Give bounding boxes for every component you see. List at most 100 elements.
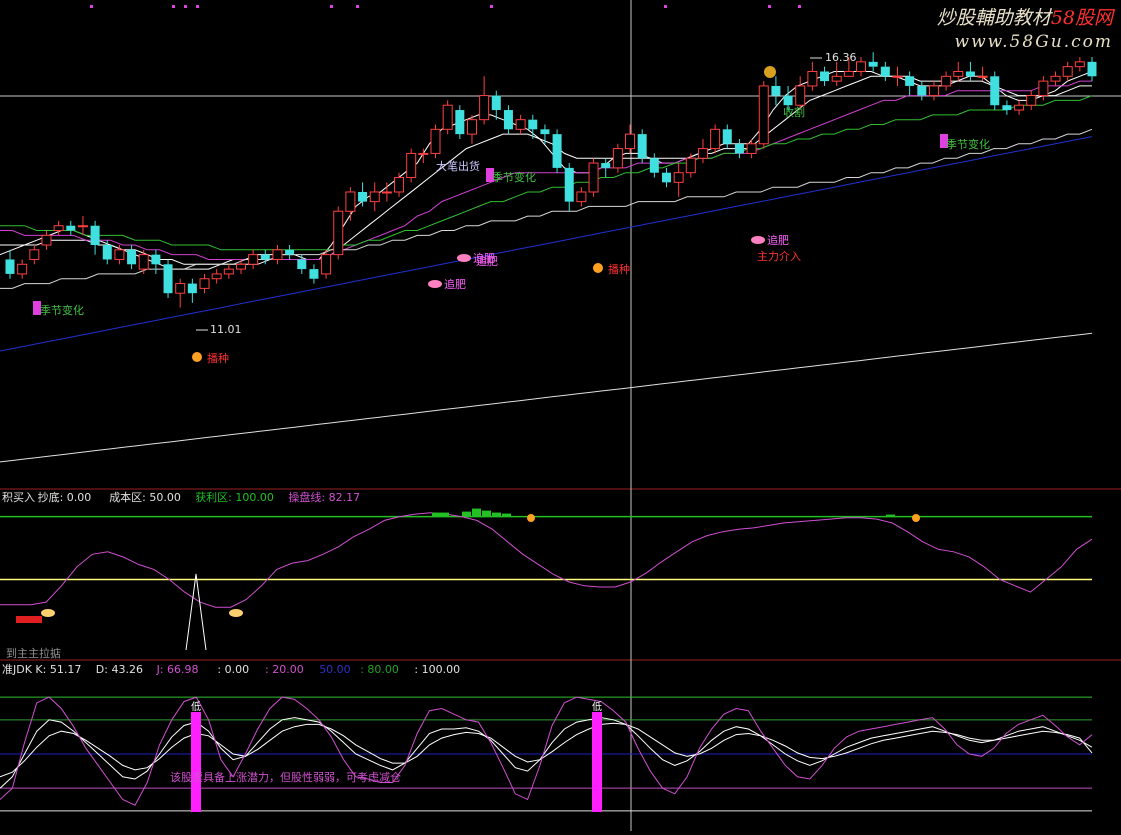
candle-body: [515, 119, 526, 130]
candle: [758, 81, 769, 149]
top-marker: [664, 5, 667, 8]
ma-line: [0, 332, 1093, 463]
candle-body: [321, 254, 332, 275]
profit-bar: [886, 514, 895, 517]
candle-body: [102, 245, 112, 260]
candle-body: [199, 278, 210, 289]
bozhong-label: 播种: [207, 351, 229, 365]
candle: [223, 264, 234, 279]
candle-body: [892, 75, 903, 78]
zhuifei-icon: [457, 254, 471, 262]
candle-body: [66, 225, 76, 231]
candle-body: [637, 134, 647, 159]
candle-body: [977, 75, 988, 78]
candle: [941, 71, 952, 91]
candle: [406, 148, 417, 183]
bozhong-icon: [192, 352, 202, 362]
panel3-header-item: : 100.00: [414, 663, 460, 676]
candle-body: [77, 225, 88, 228]
candle-body: [673, 172, 684, 183]
profit-bar: [482, 510, 491, 517]
kdj-line-d: [0, 722, 1093, 778]
candle: [601, 158, 611, 178]
candle-body: [685, 157, 696, 174]
candle: [515, 114, 526, 135]
candle-body: [211, 273, 222, 280]
profit-bar: [502, 513, 511, 517]
candle-body: [625, 133, 636, 150]
candle: [175, 278, 186, 308]
candle-body: [503, 110, 513, 130]
candle: [235, 259, 246, 274]
runner-icon: [527, 514, 535, 522]
candle: [138, 249, 149, 274]
candle: [990, 71, 1000, 111]
candle: [17, 259, 28, 279]
buy-icon: [41, 609, 55, 617]
panel2-header-item: 成本区: 50.00: [109, 490, 181, 504]
profit-bar: [492, 512, 501, 517]
candle: [612, 143, 623, 173]
candle-body: [29, 249, 40, 260]
candle-body: [17, 263, 28, 275]
low-signal-bar: [191, 712, 201, 812]
candle: [272, 245, 283, 265]
candle-body: [856, 61, 867, 72]
jijie-label: 季节变化: [946, 137, 990, 151]
dabu-chuhuo-label: 大笔出货: [436, 159, 480, 173]
candle-body: [905, 76, 915, 86]
candle-body: [248, 254, 259, 265]
candle: [868, 52, 878, 72]
candle: [1087, 57, 1097, 82]
jijie-label: 季节变化: [40, 303, 84, 317]
top-marker: [172, 5, 175, 8]
candle-body: [917, 85, 927, 96]
candle-body: [528, 119, 538, 130]
candle: [673, 163, 684, 197]
shouge-label: 收割: [783, 105, 805, 119]
top-marker: [798, 5, 801, 8]
bozhong-icon: [593, 263, 603, 273]
panel3-header-item: J: 66.98: [156, 663, 199, 676]
candle: [746, 138, 757, 159]
candle-body: [479, 95, 490, 121]
candle: [831, 61, 842, 86]
candle-body: [1050, 75, 1061, 82]
candle: [1062, 61, 1073, 82]
candle-body: [466, 119, 477, 135]
zhuifei-icon: [751, 236, 765, 244]
panel3-header-item: 50.00: [319, 663, 351, 676]
top-marker: [768, 5, 771, 8]
candle: [187, 278, 197, 303]
candle: [297, 254, 307, 274]
candle: [369, 182, 380, 212]
candle: [381, 182, 392, 202]
candle-body: [127, 249, 137, 265]
panel3-header-item: 准JDK K: 51.17: [2, 663, 81, 676]
candle-body: [333, 210, 344, 256]
candle-body: [53, 225, 64, 232]
candle: [807, 61, 818, 91]
candle-body: [151, 254, 161, 265]
candle-body: [345, 191, 356, 212]
top-marker: [330, 5, 333, 8]
runner-icon: [912, 514, 920, 522]
watermark: 炒股輔助教材58股网 www.58Gu.com: [937, 6, 1113, 54]
candle: [333, 206, 344, 260]
candle: [479, 76, 490, 125]
candle-body: [358, 191, 368, 202]
candle-body: [394, 177, 405, 193]
panel2-note: 到主主拉掂: [6, 646, 61, 660]
candle: [163, 259, 173, 299]
panel2-header-item: 抄底: 0.00: [38, 490, 92, 504]
candle: [1014, 100, 1025, 115]
candle: [211, 269, 222, 284]
candle: [685, 153, 696, 178]
candle: [953, 61, 964, 82]
chart-svg: 16.3611.01季节变化季节变化季节变化大笔出货收割追肥追肥追肥追肥 主力介入…: [0, 0, 1121, 831]
candle-body: [442, 104, 453, 130]
candle-body: [710, 128, 721, 150]
candle-body: [941, 75, 952, 87]
candle: [358, 182, 368, 207]
candle-body: [285, 249, 295, 255]
